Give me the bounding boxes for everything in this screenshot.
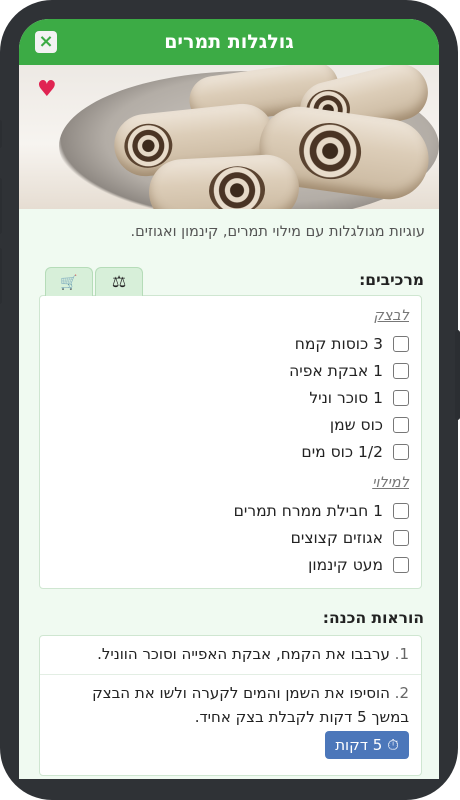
app-screen: גולגלות תמרים × ♥ עוגיות מגולגלות עם מיל… (19, 19, 439, 779)
instruction-step: 2. הוסיפו את השמן והמים לקערה ולשו את הב… (40, 675, 421, 775)
step-number: 1. (394, 645, 409, 663)
ingredients-card: לבצק 3 כוסות קמח 1 אבקת אפיה 1 סוכר וניל… (39, 295, 422, 589)
step-text: הוסיפו את השמן והמים לקערה ולשו את הבצק … (92, 684, 409, 726)
heart-icon[interactable]: ♥ (37, 79, 57, 101)
ingredient-item[interactable]: אגוזים קצוצים (52, 524, 409, 551)
ingredient-text: 3 כוסות קמח (294, 334, 383, 353)
shopping-cart-tab[interactable]: 🛒 (45, 267, 93, 296)
ingredient-group-label: למילוי (372, 475, 409, 491)
ingredient-group-label: לבצק (373, 308, 409, 324)
phone-volume-down-button (0, 248, 2, 304)
checkbox[interactable] (393, 389, 409, 406)
phone-frame: גולגלות תמרים × ♥ עוגיות מגולגלות עם מיל… (0, 0, 460, 800)
scale-icon: ⚖ (111, 272, 127, 291)
instructions-title: הוראות הכנה: (322, 609, 424, 627)
scale-tab[interactable]: ⚖ (95, 267, 143, 296)
ingredient-item[interactable]: 3 כוסות קמח (52, 330, 409, 357)
step-number: 2. (394, 684, 409, 702)
ingredient-item[interactable]: 1 חבילת ממרח תמרים (52, 497, 409, 524)
shopping-cart-icon: 🛒 (60, 275, 78, 291)
ingredient-item[interactable]: מעט קינמון (52, 551, 409, 578)
timer-button[interactable]: ⏱ 5 דקות (325, 731, 409, 759)
ingredient-text: 1/2 כוס מים (301, 442, 383, 461)
checkbox[interactable] (393, 529, 409, 546)
ingredient-text: כוס שמן (329, 415, 383, 434)
checkbox[interactable] (393, 443, 409, 460)
ingredient-text: מעט קינמון (308, 555, 383, 574)
ingredients-title: מרכיבים: (359, 271, 424, 289)
ingredient-text: 1 סוכר וניל (309, 388, 383, 407)
close-icon[interactable]: × (35, 31, 57, 53)
recipe-title: גולגלות תמרים (164, 31, 294, 53)
phone-volume-up-button (0, 178, 2, 234)
recipe-description: עוגיות מגולגלות עם מילוי תמרים, קינמון ו… (130, 224, 425, 240)
ingredient-item[interactable]: כוס שמן (52, 411, 409, 438)
timer-label: 5 דקות (335, 736, 383, 754)
cookie-roll (147, 153, 301, 209)
ingredient-item[interactable]: 1 סוכר וניל (52, 384, 409, 411)
phone-side-button (0, 120, 2, 148)
checkbox[interactable] (393, 335, 409, 352)
ingredient-text: 1 אבקת אפיה (289, 361, 383, 380)
instructions-card: 1. ערבבו את הקמח, אבקת האפייה וסוכר הוונ… (39, 635, 422, 776)
ingredients-header: מרכיבים: ⚖ 🛒 (19, 265, 439, 296)
checkbox[interactable] (393, 416, 409, 433)
ingredient-item[interactable]: 1/2 כוס מים (52, 438, 409, 465)
phone-power-button (455, 330, 460, 420)
instruction-step: 1. ערבבו את הקמח, אבקת האפייה וסוכר הוונ… (40, 636, 421, 675)
recipe-photo: ♥ (19, 65, 439, 209)
checkbox[interactable] (393, 362, 409, 379)
ingredient-text: 1 חבילת ממרח תמרים (233, 501, 383, 520)
ingredient-item[interactable]: 1 אבקת אפיה (52, 357, 409, 384)
step-text: ערבבו את הקמח, אבקת האפייה וסוכר הווניל. (97, 645, 390, 663)
checkbox[interactable] (393, 556, 409, 573)
title-bar: גולגלות תמרים × (19, 19, 439, 65)
stopwatch-icon: ⏱ (387, 736, 399, 754)
checkbox[interactable] (393, 502, 409, 519)
ingredient-text: אגוזים קצוצים (290, 528, 383, 547)
